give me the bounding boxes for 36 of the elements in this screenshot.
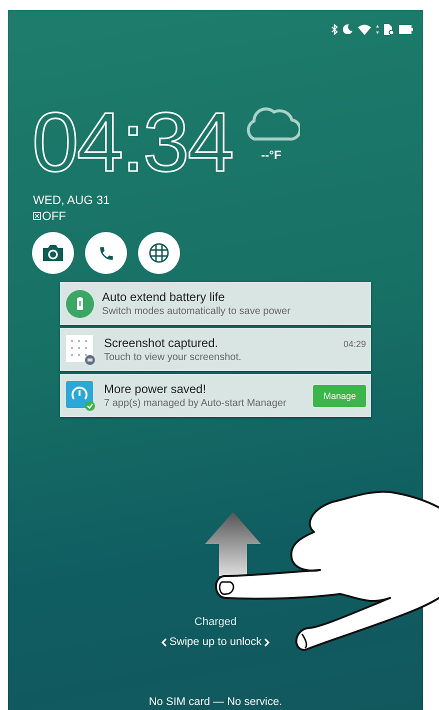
notification-text: 7 app(s) managed by Auto-start Manager [104,398,288,409]
date: WED, AUG 31 [32,192,111,207]
data-arrows-icon [376,24,379,34]
chevron-left-icon [161,638,168,646]
notification-card[interactable]: Screenshot captured. Touch to view your screenshot. 04:29 [60,328,371,371]
notification-title: More power saved! [104,382,208,396]
bluetooth-icon [331,24,338,34]
clock-time: 04:34 [32,100,232,184]
charging-status: Charged [194,616,237,628]
camera-icon [43,245,63,261]
notification-text: Touch to view your screenshot. [104,352,242,363]
notification-text: Switch modes automatically to save power [102,306,292,317]
unlock-hint: Swipe up to unlock [169,636,262,648]
moon-icon [343,24,353,34]
temperature: --°F [261,148,282,162]
alarm-status: OFF [42,209,66,223]
battery-icon [399,24,413,34]
browser-button[interactable] [138,232,180,274]
up-arrow-icon [205,512,261,576]
screenshot-thumbnail-icon [66,334,96,364]
phone-button[interactable] [85,232,127,274]
battery-icon [66,290,94,318]
globe-icon [149,243,169,263]
gauge-app-icon [66,380,96,410]
carrier-status: No SIM card — No service. [148,696,282,708]
notification-card[interactable]: More power saved! 7 app(s) managed by Auto-start Manager Manage [60,374,371,417]
sim-card-icon [384,24,394,34]
notification-title: Auto extend battery life [102,290,226,304]
wifi-icon [358,24,371,34]
phone-icon [98,244,114,262]
notification-title: Screenshot captured. [104,336,220,350]
alarm-icon [33,212,41,220]
notification-time: 04:29 [343,339,366,349]
chevron-right-icon [264,638,270,646]
camera-button[interactable] [32,232,74,274]
notification-card[interactable]: Auto extend battery life Switch modes automatically to save power [60,282,371,325]
